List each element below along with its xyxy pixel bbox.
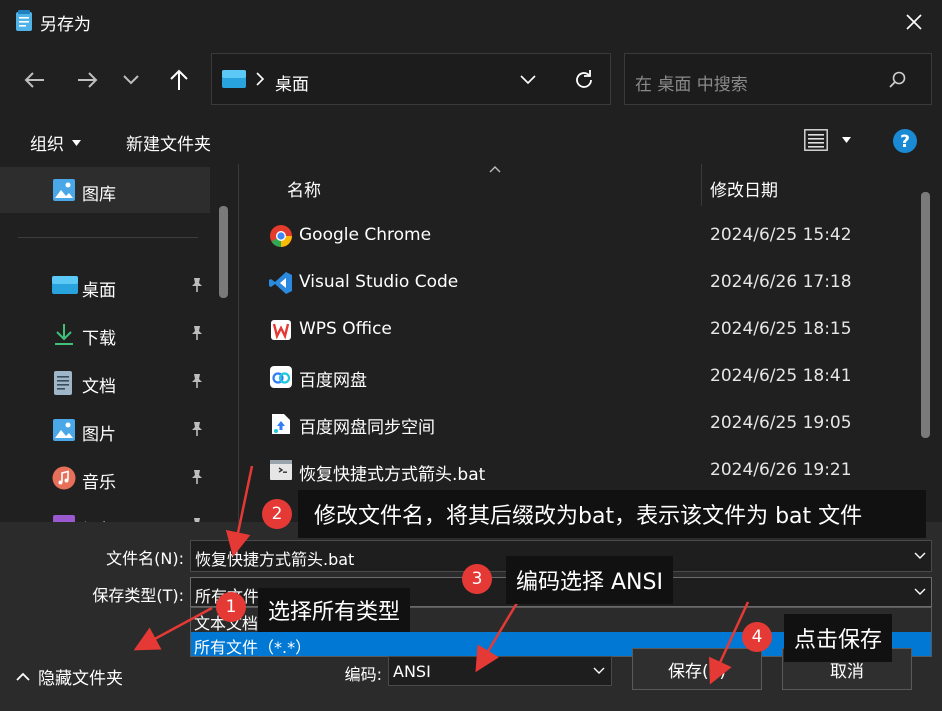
annotation-callout: 修改文件名，将其后缀改为bat，表示该文件为 bat 文件 [298,490,926,538]
arrow-to-filename [225,465,254,557]
arrow-to-encoding [475,597,522,673]
annotation-arrows [133,465,750,685]
annotation-callout: 编码选择 ANSI [506,556,673,604]
annotation-callout: 选择所有类型 [258,588,411,632]
annotation-badge: 3 [462,564,492,594]
annotation-badge: 2 [262,499,292,529]
annotation-callout: 点击保存 [784,614,893,662]
arrow-to-filetype [133,606,213,651]
annotation-badge: 4 [742,622,772,652]
annotation-badge: 1 [216,592,246,622]
